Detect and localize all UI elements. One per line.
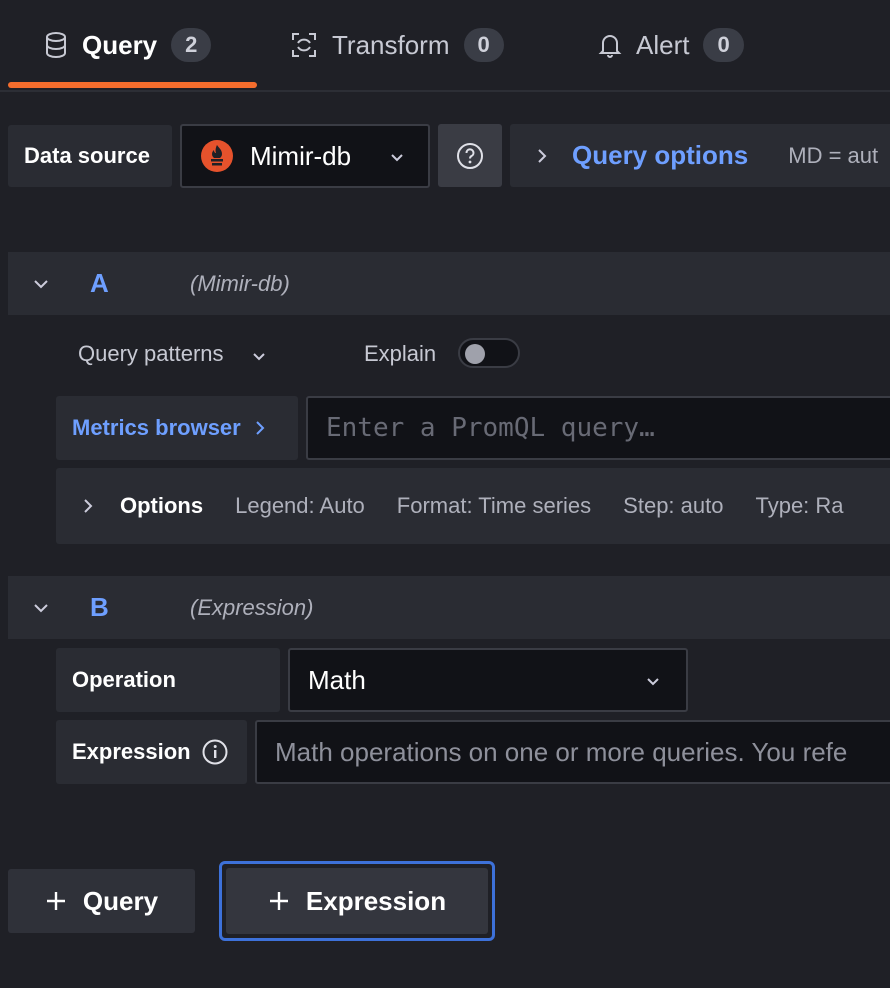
operation-label: Operation <box>56 648 280 712</box>
toggle-knob <box>465 344 485 364</box>
datasource-picker[interactable]: Mimir-db <box>180 124 430 188</box>
datasource-label: Data source <box>8 125 172 187</box>
chevron-right-icon <box>80 497 96 515</box>
collapse-chevron-icon[interactable] <box>32 276 50 292</box>
tab-query-count: 2 <box>171 28 212 62</box>
metrics-browser-button[interactable]: Metrics browser <box>56 396 298 460</box>
options-label: Options <box>120 493 204 518</box>
promql-query-placeholder: Enter a PromQL query… <box>326 413 655 443</box>
prometheus-icon <box>200 139 234 173</box>
datasource-value: Mimir-db <box>250 140 352 171</box>
chevron-right-icon <box>534 147 550 165</box>
operation-value: Math <box>308 664 366 695</box>
add-expression-label: Expression <box>305 885 447 916</box>
plus-icon <box>45 890 67 912</box>
active-tab-indicator <box>8 82 257 88</box>
query-patterns-dropdown[interactable]: Query patterns <box>78 341 268 367</box>
query-datasource-name: (Expression) <box>190 595 314 620</box>
query-options-row[interactable]: Options Legend: Auto Format: Time series… <box>56 468 890 544</box>
query-ref-id[interactable]: B <box>90 592 109 623</box>
plus-icon <box>268 890 290 912</box>
tabs-divider <box>0 90 890 92</box>
add-query-label: Query <box>82 885 159 916</box>
legend-option: Legend: Auto <box>235 493 365 518</box>
tab-transform-label: Transform <box>332 29 450 60</box>
tab-transform[interactable]: Transform 0 <box>290 0 504 90</box>
tab-query-label: Query <box>82 29 158 60</box>
tab-transform-count: 0 <box>463 28 504 62</box>
datasource-help-button[interactable] <box>438 124 502 187</box>
promql-query-input[interactable]: Enter a PromQL query… <box>306 396 890 460</box>
collapse-chevron-icon[interactable] <box>32 600 50 616</box>
database-icon <box>44 31 68 59</box>
explain-label: Explain <box>364 341 437 366</box>
query-row-b-header[interactable]: B (Expression) <box>8 576 890 639</box>
step-option: Step: auto <box>623 493 724 518</box>
query-options-bar[interactable]: Query options MD = aut <box>510 124 890 187</box>
query-row-a-header[interactable]: A (Mimir-db) <box>8 252 890 315</box>
tab-alert[interactable]: Alert 0 <box>598 0 744 90</box>
expression-label: Expression <box>72 739 191 764</box>
chevron-down-icon <box>388 148 406 166</box>
type-option: Type: Ra <box>755 493 844 518</box>
tab-alert-label: Alert <box>636 29 690 60</box>
query-ref-id[interactable]: A <box>90 268 109 299</box>
tab-alert-count: 0 <box>703 28 744 62</box>
query-options-summary: MD = aut <box>788 142 879 168</box>
metrics-browser-label: Metrics browser <box>72 415 241 440</box>
expression-placeholder: Math operations on one or more queries. … <box>275 736 848 767</box>
transform-icon <box>290 31 318 59</box>
add-expression-button[interactable]: Expression <box>226 868 488 934</box>
add-query-button[interactable]: Query <box>8 869 195 933</box>
question-circle-icon <box>455 141 485 171</box>
chevron-down-icon <box>644 672 662 690</box>
format-option: Format: Time series <box>396 493 592 518</box>
expression-input[interactable]: Math operations on one or more queries. … <box>255 720 890 784</box>
bell-icon <box>598 31 622 59</box>
query-options-link[interactable]: Query options <box>572 140 748 171</box>
chevron-right-icon <box>253 419 267 437</box>
operation-select[interactable]: Math <box>288 648 688 712</box>
tab-query[interactable]: Query 2 <box>44 0 212 90</box>
expression-label-box: Expression <box>56 720 247 784</box>
info-circle-icon[interactable] <box>201 738 229 766</box>
query-datasource-name: (Mimir-db) <box>190 271 290 296</box>
chevron-down-icon <box>250 347 268 365</box>
query-patterns-label: Query patterns <box>78 341 224 366</box>
explain-toggle[interactable] <box>458 338 520 368</box>
